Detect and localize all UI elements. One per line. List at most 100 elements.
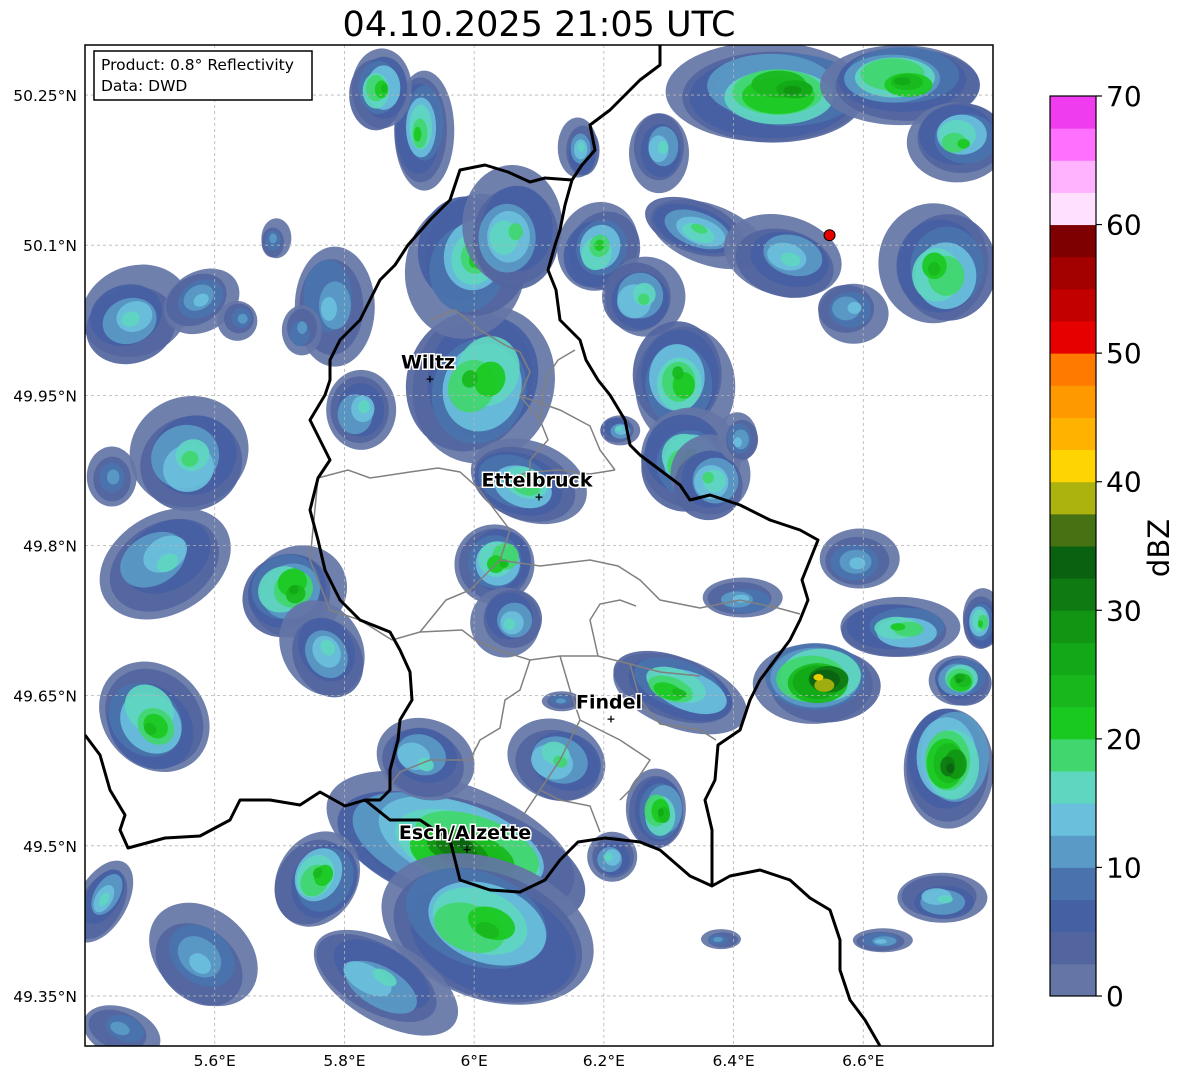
radar-echo [555, 698, 566, 704]
colorbar-segment [1050, 160, 1096, 193]
longitude-tick-label: 6.6°E [842, 1052, 884, 1070]
radar-echo [890, 623, 906, 631]
city-marker-icon: + [606, 713, 615, 726]
radar-echo [672, 366, 684, 380]
colorbar-segment [1050, 288, 1096, 322]
colorbar-segment [1050, 803, 1096, 836]
radar-echo [657, 140, 668, 155]
colorbar-segment [1050, 674, 1096, 708]
longitude-tick-label: 6°E [460, 1052, 487, 1070]
city-label: Wiltz [401, 351, 455, 373]
latitude-tick-label: 49.65°N [13, 688, 77, 706]
longitude-tick-label: 5.6°E [194, 1052, 236, 1070]
colorbar-tick-label: 30 [1106, 594, 1142, 627]
city-label: Esch/Alzette [399, 822, 531, 844]
colorbar-segment [1050, 256, 1096, 290]
latitude-tick-label: 50.25°N [13, 87, 77, 105]
colorbar-segment [1050, 417, 1096, 451]
radar-echo [847, 301, 862, 314]
colorbar-segment [1050, 963, 1096, 997]
radar-echo [957, 138, 970, 149]
colorbar-segment [1050, 931, 1096, 965]
radar-echo [977, 620, 983, 628]
colorbar-tick-label: 50 [1106, 337, 1142, 370]
radar-echo [106, 469, 120, 485]
radar-echo [237, 313, 248, 324]
radar-echo [269, 233, 277, 244]
colorbar-tick-label: 60 [1106, 209, 1142, 242]
latitude-tick-label: 49.35°N [13, 988, 77, 1006]
colorbar-segment [1050, 546, 1096, 579]
colorbar-tick-label: 70 [1106, 80, 1142, 113]
radar-site-marker-icon [823, 229, 836, 242]
radar-echo [508, 223, 523, 241]
info-data-source: Data: DWD [101, 77, 187, 95]
colorbar-segment [1050, 610, 1096, 643]
longitude-tick-label: 6.4°E [712, 1052, 754, 1070]
radar-echo [297, 321, 308, 334]
colorbar [1049, 95, 1097, 997]
info-box: Product: 0.8° Reflectivity Data: DWD [93, 50, 313, 101]
colorbar-segment [1050, 738, 1096, 772]
radar-echo [702, 471, 714, 484]
colorbar-segment [1050, 224, 1096, 258]
latitude-tick-label: 49.95°N [13, 387, 77, 405]
colorbar-segment [1050, 385, 1096, 418]
colorbar-segment [1050, 642, 1096, 676]
radar-echo [927, 262, 941, 276]
longitude-tick-label: 5.8°E [323, 1052, 365, 1070]
radar-echo [577, 142, 585, 153]
colorbar-ticks: 0 10 20 30 40 50 60 70 [1096, 80, 1142, 1013]
radar-echo [604, 852, 613, 862]
radar-echo [733, 437, 742, 448]
colorbar-tick-label: 20 [1106, 723, 1142, 756]
colorbar-segment [1050, 128, 1096, 161]
colorbar-tick-label: 0 [1106, 980, 1124, 1013]
map-area [85, 45, 993, 1046]
radar-echo [813, 673, 824, 681]
colorbar-segment [1050, 321, 1096, 354]
latitude-tick-label: 49.8°N [23, 538, 77, 556]
radar-echo [503, 618, 516, 631]
colorbar-segment [1050, 867, 1096, 901]
radar-echo [413, 126, 422, 142]
radar-echo [357, 400, 370, 414]
city-marker-icon: + [462, 843, 471, 856]
latitude-tick-label: 49.5°N [23, 838, 77, 856]
radar-echo [638, 293, 650, 305]
radar-map-figure: 5.6°E 5.8°E 6°E 6.2°E 6.4°E 6.6°E 50.25°N 50.1°… [13, 44, 1176, 1070]
colorbar-tick-label: 10 [1106, 851, 1142, 884]
colorbar-segment [1050, 449, 1096, 483]
colorbar-segment [1050, 771, 1096, 804]
info-product: Product: 0.8° Reflectivity [101, 56, 294, 74]
radar-echo [713, 936, 724, 942]
city-marker-icon: + [534, 490, 543, 503]
colorbar-segment [1050, 706, 1096, 740]
colorbar-segment [1050, 481, 1096, 515]
colorbar-segment [1050, 578, 1096, 611]
radar-echo [320, 296, 337, 321]
radar-echo [937, 895, 953, 904]
colorbar-segment [1050, 513, 1096, 547]
city-label: Ettelbruck [482, 469, 593, 491]
radar-echo [615, 426, 623, 432]
colorbar-segment [1050, 353, 1096, 386]
colorbar-segment [1050, 835, 1096, 868]
colorbar-segment [1050, 192, 1096, 226]
colorbar-segment [1050, 899, 1096, 933]
radar-echo [874, 939, 887, 944]
radar-echo [381, 83, 388, 93]
radar-echo [657, 808, 664, 817]
latitude-tick-label: 50.1°N [23, 237, 77, 255]
radar-echo [894, 77, 911, 86]
colorbar-segment [1050, 96, 1096, 129]
colorbar-label: dBZ [1142, 519, 1176, 577]
colorbar-tick-label: 40 [1106, 466, 1142, 499]
radar-reflectivity-layer [85, 45, 993, 1046]
radar-echo [946, 763, 955, 774]
longitude-tick-label: 6.2°E [583, 1052, 625, 1070]
radar-echo [783, 85, 802, 95]
radar-echo [955, 678, 962, 684]
city-label: Findel [576, 692, 642, 714]
city-marker-icon: + [425, 372, 434, 385]
